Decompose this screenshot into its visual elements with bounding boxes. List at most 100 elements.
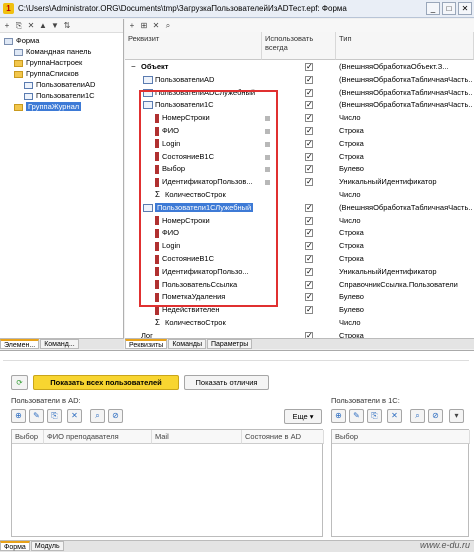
attribute-row[interactable]: −Объект (ВнешняяОбработкаОбъект.З... <box>125 61 474 73</box>
use-always-checkbox[interactable] <box>305 87 313 99</box>
attribute-type: Строка <box>339 138 364 148</box>
attribute-type: Число <box>339 318 361 327</box>
show-all-users-button[interactable]: Показать всех пользователей <box>33 375 179 390</box>
c1-add-icon[interactable]: ⊕ <box>331 409 346 423</box>
tab-commands-left[interactable]: Команд... <box>40 339 79 349</box>
tab-form[interactable]: Форма <box>0 541 30 551</box>
tree-item[interactable]: ГруппаСписков <box>14 68 79 79</box>
ad-col-state[interactable]: Состояние в AD <box>242 430 324 444</box>
use-always-checkbox[interactable] <box>305 266 313 278</box>
collapse-icon: − <box>131 62 136 72</box>
c1-col-select[interactable]: Выбор <box>332 430 470 444</box>
ad-delete-icon[interactable]: ✕ <box>67 409 82 423</box>
ad-users-table[interactable]: Выбор ФИО преподавателя Mail Состояние в… <box>11 429 324 537</box>
ad-col-mail[interactable]: Mail <box>152 430 242 444</box>
ad-col-select[interactable]: Выбор <box>12 430 44 444</box>
table-icon <box>24 81 33 89</box>
tree-item-label: Пользователи1С <box>36 91 95 100</box>
use-always-checkbox[interactable] <box>305 163 313 175</box>
c1-users-table[interactable]: Выбор <box>331 429 470 537</box>
tree-item[interactable]: ПользователиAD <box>24 79 95 90</box>
use-always-checkbox[interactable] <box>305 61 313 73</box>
attribute-type: СправочникСсылка.Пользователи <box>339 279 458 289</box>
tab-commands[interactable]: Команды <box>168 339 206 349</box>
use-always-checkbox[interactable] <box>305 240 313 252</box>
use-always-checkbox[interactable] <box>305 176 313 188</box>
use-always-checkbox[interactable] <box>305 151 313 163</box>
minimize-button[interactable]: _ <box>426 2 440 15</box>
attribute-type: Булево <box>339 305 364 315</box>
sort-icon[interactable]: ⇅ <box>62 21 72 31</box>
move-up-icon[interactable]: ▲ <box>38 21 48 31</box>
add-column-icon[interactable]: ⊞ <box>139 21 149 31</box>
tree-item-label: ГруппаЖурнал <box>26 102 82 111</box>
show-diff-button[interactable]: Показать отличия <box>184 375 269 390</box>
attribute-row[interactable]: ПользователиAD (ВнешняяОбработкаТабличная… <box>125 74 474 86</box>
c1-delete-icon[interactable]: ✕ <box>387 409 402 423</box>
c1-cancel-find-icon[interactable]: ⊘ <box>428 409 443 423</box>
tree-item-label: ПользователиAD <box>36 80 96 89</box>
sum-icon: Σ <box>155 318 160 328</box>
tab-module[interactable]: Модуль <box>30 541 64 551</box>
tree-item[interactable]: Командная панель <box>14 46 91 57</box>
move-down-icon[interactable]: ▼ <box>50 21 60 31</box>
add-icon[interactable]: + <box>2 21 12 31</box>
ad-col-fio[interactable]: ФИО преподавателя <box>44 430 152 444</box>
tab-form-label: Форма <box>4 544 26 551</box>
attribute-type: Строка <box>339 254 364 263</box>
tab-parameters[interactable]: Параметры <box>206 339 253 349</box>
attribute-type: (ВнешняяОбработкаТабличнаяЧасть... <box>339 74 472 84</box>
refresh-button[interactable]: ⟳ <box>11 375 28 390</box>
tab-module-label: Модуль <box>34 543 60 550</box>
use-always-checkbox[interactable] <box>305 125 313 137</box>
tab-attributes[interactable]: Реквизиты <box>125 339 168 349</box>
table-icon <box>24 92 33 100</box>
use-always-checkbox[interactable] <box>305 74 313 86</box>
use-always-checkbox[interactable] <box>305 253 313 265</box>
c1-users-label: Пользователи в 1С: <box>331 396 400 405</box>
use-always-checkbox[interactable] <box>305 215 313 227</box>
more-button[interactable]: Еще ▾ <box>284 409 322 424</box>
ad-find-icon[interactable]: ⌕ <box>90 409 105 423</box>
tab-elements[interactable]: Элемен... <box>0 339 40 349</box>
copy-icon[interactable]: ⎘ <box>14 21 24 31</box>
attribute-type: (ВнешняяОбработкаТабличнаяЧасть... <box>339 202 472 212</box>
attribute-type: (ВнешняяОбработкаТабличнаяЧасть... <box>339 87 472 97</box>
use-always-checkbox[interactable] <box>305 202 313 214</box>
tree-item-label: ГруппаСписков <box>26 69 79 78</box>
use-always-checkbox[interactable] <box>305 227 313 239</box>
use-always-checkbox[interactable] <box>305 291 313 303</box>
delete-attr-icon[interactable]: ✕ <box>151 21 161 31</box>
use-always-checkbox[interactable] <box>305 304 313 316</box>
tree-item-label: Командная панель <box>26 47 92 56</box>
attribute-row[interactable]: Σ КоличествоСтрок Число <box>125 317 474 329</box>
attribute-name-cell: ПользователиAD <box>143 74 261 86</box>
ad-copy-icon[interactable]: ⎘ <box>47 409 62 423</box>
find-icon[interactable]: ⌕ <box>163 21 173 31</box>
attribute-type: (ВнешняяОбработкаОбъект.З... <box>339 62 449 71</box>
attributes-toolbar: + ⊞ ✕ ⌕ <box>125 19 474 33</box>
add-attr-icon[interactable]: + <box>127 21 137 31</box>
ad-cancel-find-icon[interactable]: ⊘ <box>108 409 123 423</box>
maximize-button[interactable]: □ <box>442 2 456 15</box>
c1-find-icon[interactable]: ⌕ <box>410 409 425 423</box>
use-always-checkbox[interactable] <box>305 138 313 150</box>
tree-item[interactable]: Пользователи1С <box>24 90 95 101</box>
attribute-name-cell: Σ КоличествоСтрок <box>155 317 261 329</box>
close-button[interactable]: ✕ <box>458 2 472 15</box>
attribute-type: УникальныйИдентификатор <box>339 266 437 276</box>
tree-item[interactable]: ГруппаНастроек <box>14 57 82 68</box>
tree-item[interactable]: ГруппаЖурнал <box>14 101 82 112</box>
ad-add-icon[interactable]: ⊕ <box>11 409 26 423</box>
attribute-type: (ВнешняяОбработкаТабличнаяЧасть... <box>339 100 472 110</box>
attribute-type: Булево <box>339 292 364 302</box>
use-always-checkbox[interactable] <box>305 99 313 111</box>
c1-more-icon[interactable]: ▾ <box>449 409 464 423</box>
use-always-checkbox[interactable] <box>305 279 313 291</box>
use-always-checkbox[interactable] <box>305 112 313 124</box>
c1-edit-icon[interactable]: ✎ <box>349 409 364 423</box>
c1-copy-icon[interactable]: ⎘ <box>367 409 382 423</box>
tree-item[interactable]: Форма <box>4 35 39 46</box>
ad-edit-icon[interactable]: ✎ <box>29 409 44 423</box>
delete-icon[interactable]: ✕ <box>26 21 36 31</box>
